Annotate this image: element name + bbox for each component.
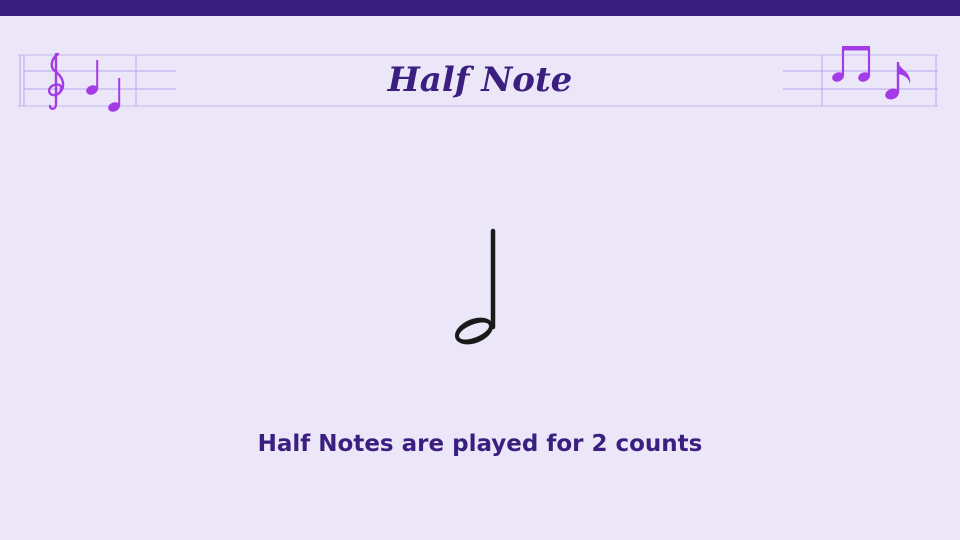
page-title: Half Note <box>387 60 573 100</box>
caption-text: Half Notes are played for 2 counts <box>257 431 703 457</box>
top-bar <box>0 0 960 16</box>
half-note-icon <box>454 228 496 345</box>
